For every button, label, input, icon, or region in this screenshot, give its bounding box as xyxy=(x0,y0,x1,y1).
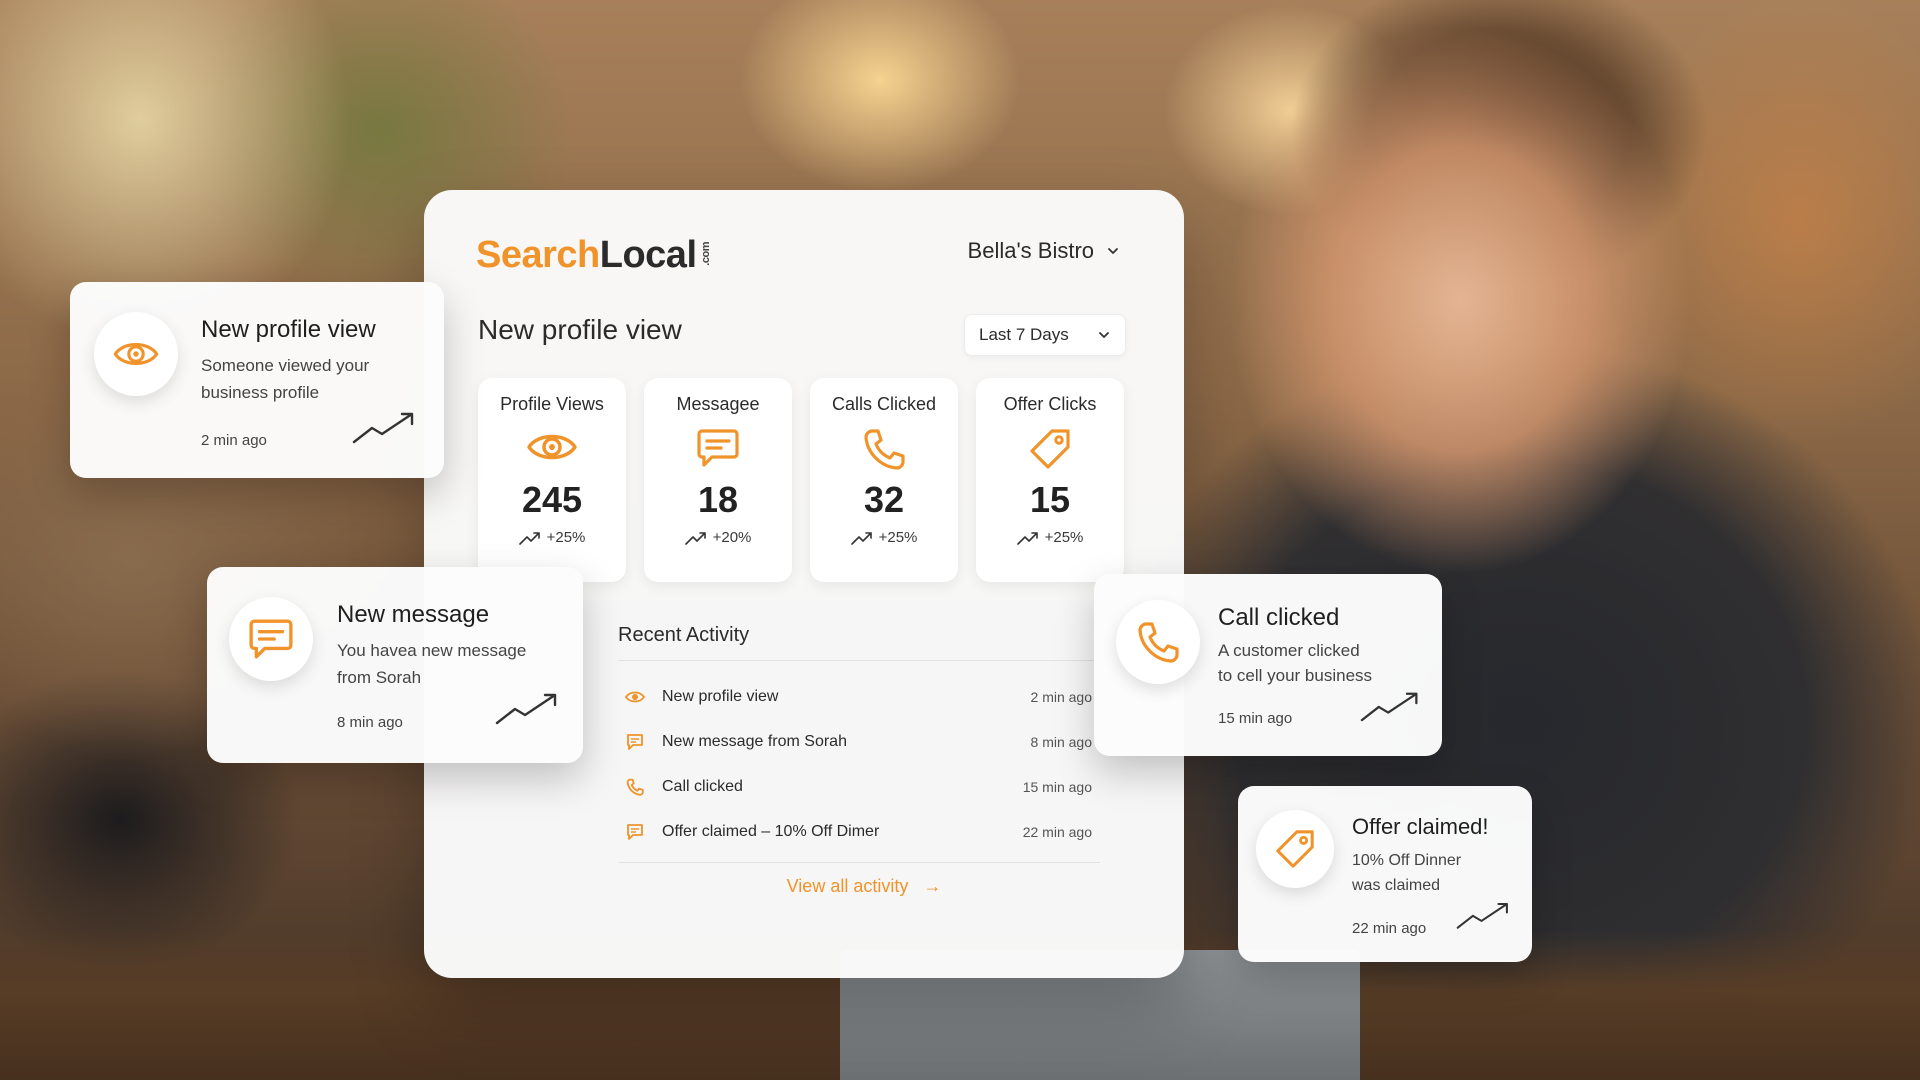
notification-line: from Sorah xyxy=(337,668,422,687)
activity-item[interactable]: Offer claimed – 10% Off Dimer 22 min ago xyxy=(624,809,1092,854)
notification-card-new-message[interactable]: New message You havea new message from S… xyxy=(207,567,583,763)
stat-value: 32 xyxy=(863,479,905,520)
notification-line: A customer clicked xyxy=(1218,641,1360,660)
trend-up-icon xyxy=(352,412,414,444)
business-name: Bella's Bistro xyxy=(967,238,1094,263)
activity-time: 8 min ago xyxy=(1030,733,1092,750)
date-range-value: Last 7 Days xyxy=(979,325,1069,344)
activity-time: 22 min ago xyxy=(1022,823,1092,840)
stat-delta: +25% xyxy=(976,529,1124,546)
message-icon xyxy=(229,597,313,681)
notification-card-offer-claimed[interactable]: Offer claimed! 10% Off Dinner was claime… xyxy=(1238,786,1532,962)
stat-label: Calls Clicked xyxy=(831,394,937,414)
notification-line: Someone viewed your xyxy=(201,356,370,375)
stat-value: 245 xyxy=(521,479,583,520)
stat-delta-value: +25% xyxy=(1044,529,1084,546)
logo-search-text: Search xyxy=(476,234,600,276)
activity-list: New profile view 2 min ago New message f… xyxy=(624,674,1092,854)
stat-delta: +20% xyxy=(644,529,792,546)
stat-card-messages[interactable]: Messagee 18 +20% xyxy=(644,378,792,582)
notification-time: 2 min ago xyxy=(201,432,267,449)
activity-time: 2 min ago xyxy=(1030,688,1092,705)
stats-row: Profile Views 245 +25% Messagee 18 +20% … xyxy=(478,378,1124,582)
stat-card-calls[interactable]: Calls Clicked 32 +25% xyxy=(810,378,958,582)
arrow-right-icon: → xyxy=(923,876,942,896)
chevron-down-icon xyxy=(1099,332,1109,338)
notification-line: to cell your business xyxy=(1218,666,1373,685)
stat-card-offer-clicks[interactable]: Offer Clicks 15 +25% xyxy=(976,378,1124,582)
notification-card-profile-view[interactable]: New profile view Someone viewed your bus… xyxy=(70,282,444,478)
notification-title: New message xyxy=(337,601,490,628)
stat-label: Messagee xyxy=(676,394,760,414)
searchlocal-logo[interactable]: Search Local .com xyxy=(476,234,712,277)
activity-item[interactable]: Call clicked 15 min ago xyxy=(624,764,1092,809)
notification-line: business profile xyxy=(201,383,320,402)
logo-local-text: Local xyxy=(599,234,697,276)
trend-up-icon xyxy=(1016,531,1038,545)
trend-up-icon xyxy=(495,693,557,725)
notification-line: 10% Off Dinner xyxy=(1352,852,1462,869)
eye-icon xyxy=(478,427,626,471)
activity-text: Offer claimed – 10% Off Dimer xyxy=(662,822,880,840)
view-all-activity-link[interactable]: View all activity → xyxy=(478,876,1130,897)
phone-icon xyxy=(810,427,958,471)
stat-label: Profile Views xyxy=(500,394,604,414)
trend-up-icon xyxy=(1456,902,1508,929)
stat-card-profile-views[interactable]: Profile Views 245 +25% xyxy=(478,378,626,582)
eye-icon xyxy=(94,312,178,396)
notification-time: 15 min ago xyxy=(1218,710,1293,727)
phone-icon xyxy=(624,778,646,796)
activity-item[interactable]: New message from Sorah 8 min ago xyxy=(624,719,1092,764)
notification-title: New profile view xyxy=(201,316,376,343)
divider xyxy=(618,660,1100,661)
tag-icon xyxy=(1256,810,1334,888)
notification-time: 22 min ago xyxy=(1352,920,1427,937)
tag-icon xyxy=(976,427,1124,471)
message-icon xyxy=(624,733,646,751)
trend-up-icon xyxy=(684,531,706,545)
notification-text: Someone viewed your business profile xyxy=(201,352,369,406)
divider xyxy=(618,862,1100,863)
notification-line: You havea new message xyxy=(337,641,527,660)
notification-card-call-clicked[interactable]: Call clicked A customer clicked to cell … xyxy=(1094,574,1442,756)
notification-title: Offer claimed! xyxy=(1352,814,1489,839)
phone-icon xyxy=(1116,600,1200,684)
view-all-label: View all activity xyxy=(786,876,909,896)
stat-delta-value: +25% xyxy=(546,529,586,546)
trend-up-icon xyxy=(1360,692,1418,722)
stat-value: 18 xyxy=(697,479,739,520)
business-selector[interactable]: Bella's Bistro xyxy=(968,238,1120,264)
stat-label: Offer Clicks xyxy=(1003,394,1097,414)
eye-icon xyxy=(624,689,646,705)
message-icon xyxy=(644,427,792,471)
notification-line: was claimed xyxy=(1352,877,1441,894)
stat-delta: +25% xyxy=(810,529,958,546)
trend-up-icon xyxy=(850,531,872,545)
activity-text: Call clicked xyxy=(662,777,743,795)
chevron-down-icon xyxy=(1108,248,1118,254)
notification-text: You havea new message from Sorah xyxy=(337,637,526,691)
activity-text: New message from Sorah xyxy=(662,732,847,750)
notification-time: 8 min ago xyxy=(337,714,403,731)
activity-text: New profile view xyxy=(662,687,779,705)
activity-time: 15 min ago xyxy=(1022,778,1092,795)
stat-delta: +25% xyxy=(478,529,626,546)
notification-text: 10% Off Dinner was claimed xyxy=(1352,848,1461,898)
trend-up-icon xyxy=(518,531,540,545)
notification-text: A customer clicked to cell your business xyxy=(1218,638,1372,688)
stat-value: 15 xyxy=(1029,479,1071,520)
notification-title: Call clicked xyxy=(1218,604,1340,631)
activity-item[interactable]: New profile view 2 min ago xyxy=(624,674,1092,719)
page-title: New profile view xyxy=(478,314,682,345)
stat-delta-value: +20% xyxy=(712,529,752,546)
recent-activity-title: Recent Activity xyxy=(618,624,750,646)
date-range-dropdown[interactable]: Last 7 Days xyxy=(964,314,1126,356)
logo-com-text: .com xyxy=(699,242,712,266)
stat-delta-value: +25% xyxy=(878,529,918,546)
message-icon xyxy=(624,823,646,841)
